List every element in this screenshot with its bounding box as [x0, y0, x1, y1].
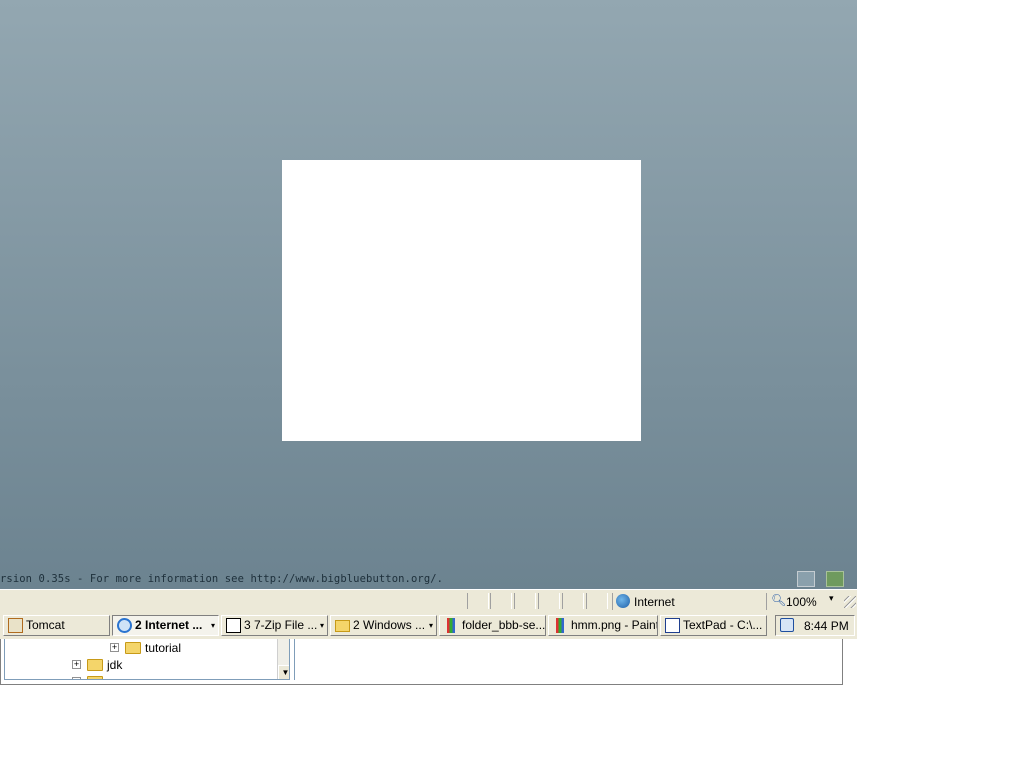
folder-icon	[87, 659, 103, 671]
textpad-icon	[665, 618, 680, 633]
network-icon[interactable]	[780, 618, 794, 632]
taskbar-item-textpad[interactable]: TextPad - C:\...	[660, 615, 767, 636]
folder-icon	[335, 620, 350, 632]
zoom-level: 100%	[786, 595, 817, 609]
vertical-scrollbar[interactable]: ▼	[277, 639, 289, 679]
taskbar-item-label: 2 Windows ...	[353, 618, 426, 632]
fullscreen-icon[interactable]	[826, 571, 844, 587]
zone-label: Internet	[634, 595, 675, 609]
taskbar-item-label: 2 Internet ...	[135, 618, 203, 632]
java-icon	[8, 618, 23, 633]
taskbar-item-label: 3 7-Zip File ...	[244, 618, 318, 632]
status-panel	[490, 593, 512, 609]
resize-grip[interactable]	[844, 596, 856, 608]
status-panel	[562, 593, 584, 609]
taskbar-item-label: Tomcat	[26, 618, 65, 632]
expand-icon[interactable]	[72, 677, 81, 679]
taskbar-item-paint-hmm[interactable]: hmm.png - Paint	[548, 615, 658, 636]
tree-item-label: jdk	[107, 658, 123, 672]
paint-icon	[447, 618, 455, 633]
clock[interactable]: 8:44 PM	[804, 619, 849, 633]
taskbar-item-label: folder_bbb-se...	[462, 618, 546, 632]
expand-icon[interactable]: +	[110, 643, 119, 652]
browser-status-bar: Internet 🔍︎ 100% ▾	[0, 589, 857, 613]
system-tray: 8:44 PM	[775, 615, 855, 636]
chevron-down-icon[interactable]: ▾	[829, 593, 834, 604]
chevron-down-icon: ▾	[210, 621, 215, 630]
zoom-icon: 🔍︎	[771, 593, 787, 607]
folder-icon	[125, 642, 141, 654]
7zip-icon	[226, 618, 241, 633]
taskbar: Tomcat 2 Internet ... ▾ 3 7-Zip File ...…	[0, 613, 857, 639]
tree-item-label: tutorial	[145, 641, 182, 655]
taskbar-item-7zip[interactable]: 3 7-Zip File ... ▾	[221, 615, 328, 636]
paint-icon	[556, 618, 564, 633]
taskbar-item-label: hmm.png - Paint	[571, 618, 658, 632]
footer-version-text: rsion 0.35s - For more information see h…	[0, 573, 444, 585]
taskbar-item-tomcat[interactable]: Tomcat	[3, 615, 110, 636]
taskbar-item-paint-bbb[interactable]: folder_bbb-se...	[439, 615, 546, 636]
zoom-control[interactable]: 🔍︎ 100% ▾	[766, 593, 845, 610]
expand-icon[interactable]: +	[72, 660, 81, 669]
status-panel	[586, 593, 608, 609]
chevron-down-icon: ▾	[319, 621, 324, 630]
status-panel	[538, 593, 560, 609]
taskbar-item-windows-explorer[interactable]: 2 Windows ... ▾	[330, 615, 437, 636]
tree-item-tutorial[interactable]: + tutorial	[5, 640, 275, 656]
presentation-area: rsion 0.35s - For more information see h…	[0, 0, 857, 589]
globe-icon	[616, 594, 630, 608]
file-list-pane[interactable]	[294, 639, 840, 680]
explorer-window: + tutorial + jdk ▼	[0, 639, 843, 685]
security-zone[interactable]: Internet	[612, 593, 763, 610]
tree-item-jdk[interactable]: + jdk	[5, 657, 275, 673]
folder-icon	[87, 676, 103, 679]
scroll-down-button[interactable]: ▼	[278, 665, 289, 679]
status-panel	[514, 593, 536, 609]
layout-icon[interactable]	[797, 571, 815, 587]
taskbar-item-label: TextPad - C:\...	[683, 618, 763, 632]
presentation-slide	[282, 160, 641, 441]
tree-item-partial[interactable]	[5, 674, 275, 679]
ie-icon	[117, 618, 132, 633]
chevron-down-icon: ▾	[428, 621, 433, 630]
status-panel	[467, 593, 489, 609]
taskbar-item-internet-explorer[interactable]: 2 Internet ... ▾	[112, 615, 219, 636]
folder-tree: + tutorial + jdk ▼	[4, 639, 290, 680]
